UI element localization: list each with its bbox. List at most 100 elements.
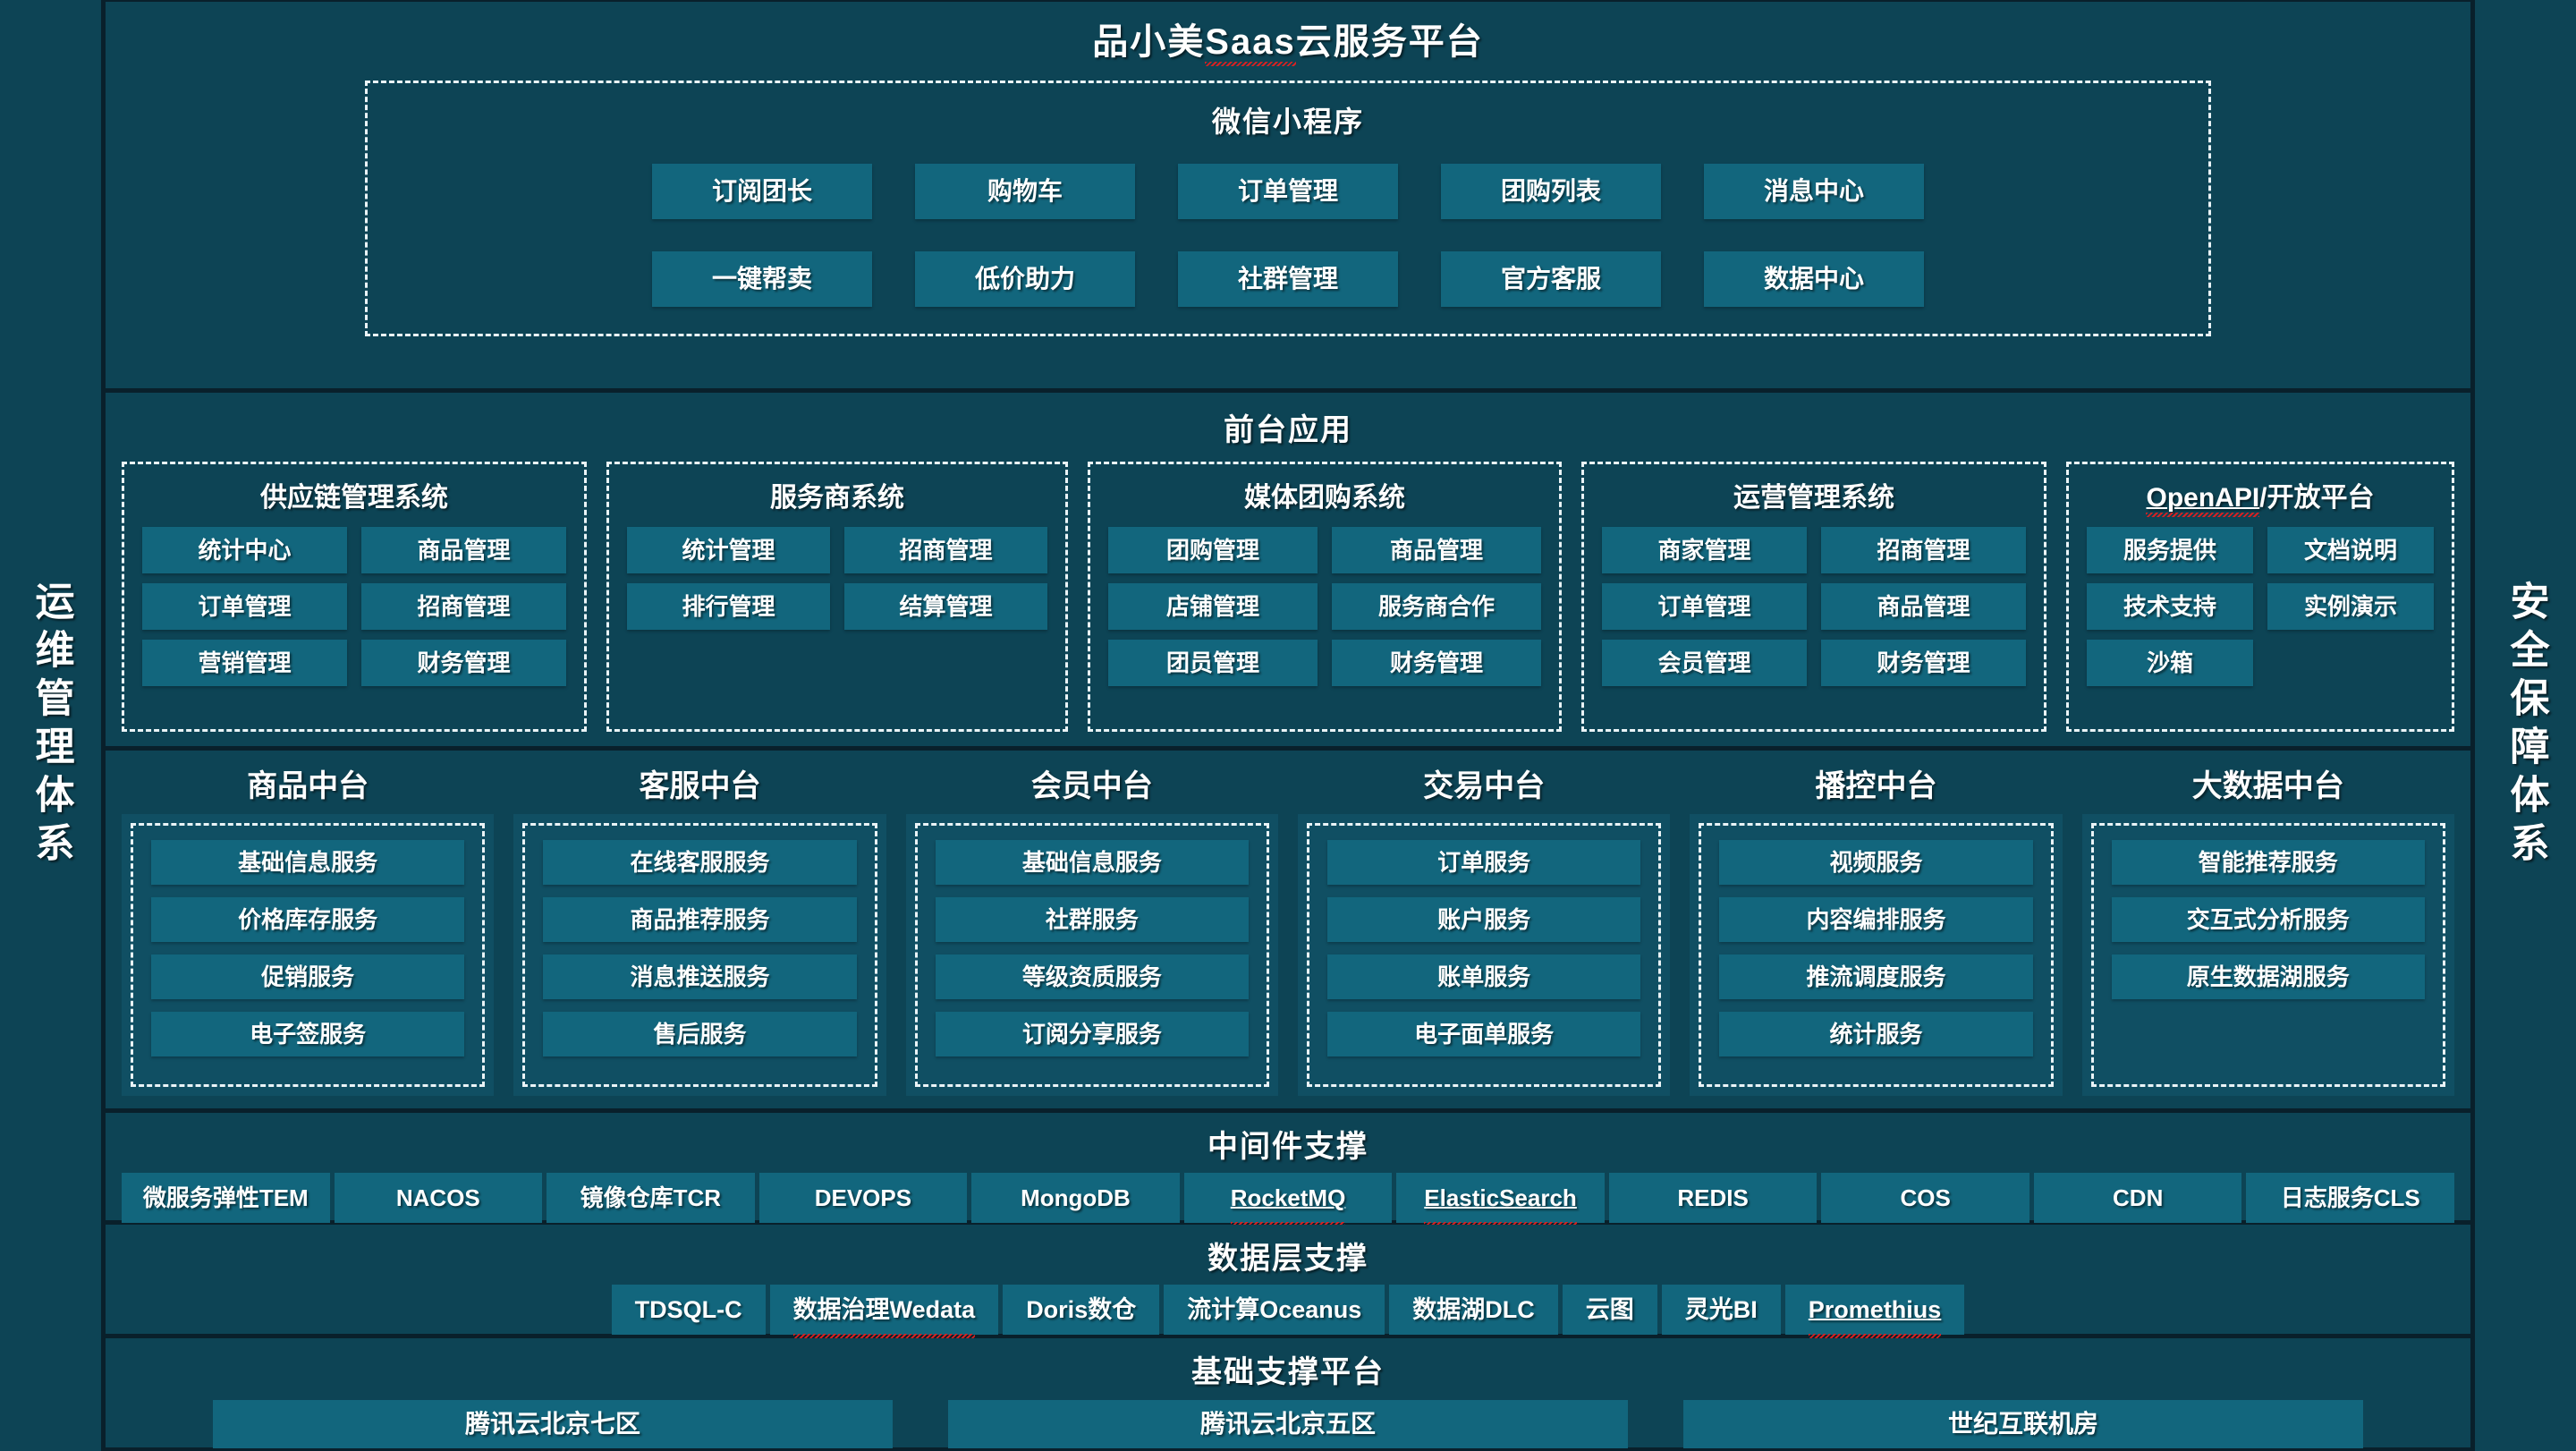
mini-program-item[interactable]: 低价助力 bbox=[915, 251, 1135, 307]
system-item[interactable]: 服务商合作 bbox=[1332, 583, 1541, 630]
infrastructure-item[interactable]: 腾讯云北京七区 bbox=[213, 1400, 893, 1448]
platform-item[interactable]: 促销服务 bbox=[151, 955, 465, 999]
mini-program-item[interactable]: 官方客服 bbox=[1441, 251, 1661, 307]
mini-program-item[interactable]: 购物车 bbox=[915, 164, 1135, 219]
mini-program-item[interactable]: 社群管理 bbox=[1178, 251, 1398, 307]
system-item[interactable]: 招商管理 bbox=[361, 583, 566, 630]
data-layer-item[interactable]: 数据治理Wedata bbox=[769, 1285, 999, 1338]
infrastructure-item[interactable]: 世纪互联机房 bbox=[1683, 1400, 2363, 1448]
platform-item[interactable]: 原生数据湖服务 bbox=[2111, 955, 2425, 999]
platform-title: 会员中台 bbox=[1030, 769, 1153, 803]
mini-program-item[interactable]: 一键帮卖 bbox=[652, 251, 872, 307]
platform-item[interactable]: 售后服务 bbox=[543, 1012, 857, 1056]
system-item[interactable]: 财务管理 bbox=[361, 640, 566, 686]
system-items: 统计管理 招商管理 排行管理 结算管理 bbox=[627, 527, 1047, 630]
middleware-item[interactable]: DEVOPS bbox=[758, 1173, 968, 1223]
mini-program-item[interactable]: 订单管理 bbox=[1178, 164, 1398, 219]
band-data-layer: 数据层支撑 TDSQL-C 数据治理Wedata Doris数仓 流计算Ocea… bbox=[106, 1225, 2470, 1338]
architecture-diagram: 运维管理体系 品小美Saas云服务平台 微信小程序 订阅团长 购物车 订单管理 … bbox=[0, 0, 2576, 1451]
platform-item[interactable]: 智能推荐服务 bbox=[2111, 840, 2425, 885]
system-item[interactable]: 营销管理 bbox=[142, 640, 347, 686]
data-layer-item[interactable]: Doris数仓 bbox=[1003, 1285, 1160, 1335]
middleware-item[interactable]: RocketMQ bbox=[1183, 1173, 1393, 1226]
system-item[interactable]: 财务管理 bbox=[1332, 640, 1541, 686]
platform-item[interactable]: 基础信息服务 bbox=[151, 840, 465, 885]
platform-broadcast-control: 播控中台 视频服务 内容编排服务 推流调度服务 统计服务 bbox=[1690, 761, 2063, 1096]
platform-item[interactable]: 推流调度服务 bbox=[1719, 955, 2033, 999]
system-item[interactable]: 团员管理 bbox=[1108, 640, 1318, 686]
middleware-item[interactable]: NACOS bbox=[334, 1173, 543, 1223]
middleware-item[interactable]: CDN bbox=[2033, 1173, 2242, 1223]
system-item[interactable]: 会员管理 bbox=[1602, 640, 1807, 686]
system-item[interactable]: 商品管理 bbox=[361, 527, 566, 573]
middleware-item[interactable]: ElasticSearch bbox=[1396, 1173, 1605, 1226]
mini-program-item[interactable]: 数据中心 bbox=[1704, 251, 1924, 307]
data-layer-title: 数据层支撑 bbox=[1208, 1242, 1368, 1276]
system-item[interactable]: 招商管理 bbox=[844, 527, 1047, 573]
system-title: 媒体团购系统 bbox=[1244, 483, 1405, 513]
system-item[interactable]: 技术支持 bbox=[2087, 583, 2253, 630]
infrastructure-item[interactable]: 腾讯云北京五区 bbox=[948, 1400, 1628, 1448]
system-item[interactable]: 实例演示 bbox=[2267, 583, 2434, 630]
system-title-flagged: OpenAPI bbox=[2146, 483, 2260, 517]
platform-item[interactable]: 社群服务 bbox=[935, 897, 1249, 942]
platform-items: 基础信息服务 价格库存服务 促销服务 电子签服务 bbox=[131, 823, 486, 1087]
middleware-item[interactable]: COS bbox=[1821, 1173, 2029, 1223]
platform-body: 基础信息服务 价格库存服务 促销服务 电子签服务 bbox=[122, 814, 495, 1096]
system-item[interactable]: 商家管理 bbox=[1602, 527, 1807, 573]
data-layer-item[interactable]: 灵光BI bbox=[1661, 1285, 1781, 1335]
mini-program-item[interactable]: 消息中心 bbox=[1704, 164, 1924, 219]
system-item[interactable]: 统计中心 bbox=[142, 527, 347, 573]
system-item[interactable]: 文档说明 bbox=[2267, 527, 2434, 573]
middleware-item[interactable]: 镜像仓库TCR bbox=[547, 1173, 755, 1223]
system-item[interactable]: 沙箱 bbox=[2087, 640, 2253, 686]
platform-item[interactable]: 电子签服务 bbox=[151, 1012, 465, 1056]
system-item[interactable]: 订单管理 bbox=[1602, 583, 1807, 630]
platform-title: 商品中台 bbox=[247, 769, 369, 803]
platform-item[interactable]: 消息推送服务 bbox=[543, 955, 857, 999]
left-rail-ops-management: 运维管理体系 bbox=[0, 0, 106, 1451]
platform-item[interactable]: 交互式分析服务 bbox=[2111, 897, 2425, 942]
system-item[interactable]: 排行管理 bbox=[627, 583, 830, 630]
platform-item[interactable]: 价格库存服务 bbox=[151, 897, 465, 942]
mini-program-item[interactable]: 订阅团长 bbox=[652, 164, 872, 219]
right-rail-label: 安全保障体系 bbox=[2504, 581, 2548, 870]
right-rail-security-assurance: 安全保障体系 bbox=[2470, 0, 2576, 1451]
system-item[interactable]: 商品管理 bbox=[1821, 583, 2026, 630]
data-layer-item[interactable]: Promethius bbox=[1784, 1285, 1965, 1338]
data-layer-item[interactable]: 数据湖DLC bbox=[1389, 1285, 1558, 1335]
platform-items: 基础信息服务 社群服务 等级资质服务 订阅分享服务 bbox=[914, 823, 1269, 1087]
platform-item[interactable]: 统计服务 bbox=[1719, 1012, 2033, 1056]
system-item[interactable]: 结算管理 bbox=[844, 583, 1047, 630]
mini-program-item[interactable]: 团购列表 bbox=[1441, 164, 1661, 219]
data-layer-item[interactable]: TDSQL-C bbox=[611, 1285, 766, 1335]
middleware-item-flagged: RocketMQ bbox=[1230, 1173, 1345, 1226]
middleware-item[interactable]: REDIS bbox=[1608, 1173, 1818, 1223]
system-item[interactable]: 财务管理 bbox=[1821, 640, 2026, 686]
platform-item[interactable]: 内容编排服务 bbox=[1719, 897, 2033, 942]
platform-item[interactable]: 等级资质服务 bbox=[935, 955, 1249, 999]
middleware-item[interactable]: MongoDB bbox=[971, 1173, 1180, 1223]
platform-item[interactable]: 账单服务 bbox=[1326, 955, 1641, 999]
system-item[interactable]: 店铺管理 bbox=[1108, 583, 1318, 630]
system-item[interactable]: 服务提供 bbox=[2087, 527, 2253, 573]
data-layer-item[interactable]: 流计算Oceanus bbox=[1164, 1285, 1385, 1335]
platform-item[interactable]: 账户服务 bbox=[1326, 897, 1641, 942]
system-item[interactable]: 团购管理 bbox=[1108, 527, 1318, 573]
platform-item[interactable]: 视频服务 bbox=[1719, 840, 2033, 885]
system-item[interactable]: 商品管理 bbox=[1332, 527, 1541, 573]
data-layer-item[interactable]: 云图 bbox=[1562, 1285, 1657, 1335]
band-middle-platforms: 商品中台 基础信息服务 价格库存服务 促销服务 电子签服务 客服中台 在线客服服… bbox=[106, 751, 2470, 1108]
platform-item[interactable]: 基础信息服务 bbox=[935, 840, 1249, 885]
system-item[interactable]: 招商管理 bbox=[1821, 527, 2026, 573]
system-item[interactable]: 订单管理 bbox=[142, 583, 347, 630]
middleware-item[interactable]: 日志服务CLS bbox=[2246, 1173, 2455, 1223]
platform-item[interactable]: 订阅分享服务 bbox=[935, 1012, 1249, 1056]
platform-item[interactable]: 订单服务 bbox=[1326, 840, 1641, 885]
platform-item[interactable]: 在线客服服务 bbox=[543, 840, 857, 885]
middleware-item[interactable]: 微服务弹性TEM bbox=[122, 1173, 330, 1223]
system-item[interactable]: 统计管理 bbox=[627, 527, 830, 573]
platform-item[interactable]: 电子面单服务 bbox=[1326, 1012, 1641, 1056]
platform-big-data: 大数据中台 智能推荐服务 交互式分析服务 原生数据湖服务 bbox=[2081, 761, 2454, 1096]
platform-item[interactable]: 商品推荐服务 bbox=[543, 897, 857, 942]
